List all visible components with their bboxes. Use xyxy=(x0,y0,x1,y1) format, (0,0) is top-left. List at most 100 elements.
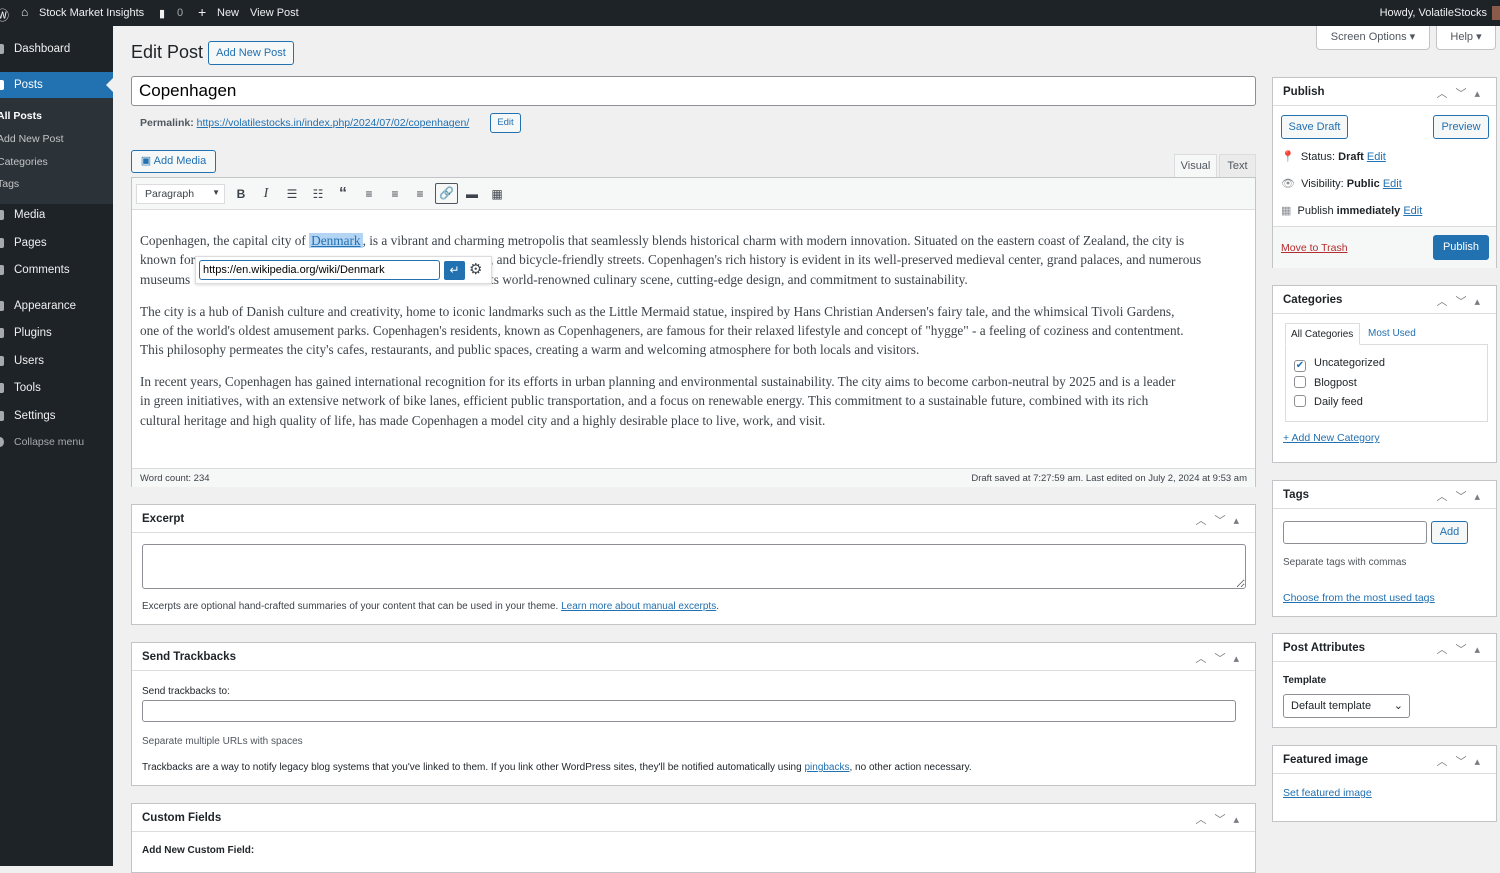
tab-most-used[interactable]: Most Used xyxy=(1368,328,1416,339)
box-arrows-icon[interactable]: ︿﹀▴ xyxy=(1436,641,1488,657)
align-left-icon[interactable]: ≡ xyxy=(360,186,378,202)
box-arrows-icon[interactable]: ︿﹀▴ xyxy=(1436,293,1488,309)
category-item[interactable]: ✔ Uncategorized xyxy=(1294,357,1385,372)
publish-box: Publish ︿﹀▴ Save Draft Preview 📍 Status: … xyxy=(1272,77,1497,268)
label: Visibility: xyxy=(1301,178,1344,190)
checkbox[interactable] xyxy=(1294,376,1306,388)
bullet-list-icon[interactable]: ☰ xyxy=(283,186,301,202)
label: Paragraph xyxy=(145,188,195,200)
template-label: Template xyxy=(1283,675,1327,686)
menu-tools[interactable]: Tools xyxy=(0,375,113,401)
excerpt-learn-more-link[interactable]: Learn more about manual excerpts xyxy=(561,601,716,612)
format-select[interactable]: Paragraph ▼ xyxy=(136,184,225,204)
howdy-link[interactable]: Howdy, VolatileStocks xyxy=(1380,7,1487,19)
permalink-link[interactable]: https://volatilestocks.in/index.php/2024… xyxy=(197,117,470,129)
submenu-all-posts[interactable]: All Posts xyxy=(0,110,110,122)
publish-button[interactable]: Publish xyxy=(1433,235,1489,260)
apply-link-button[interactable]: ↵ xyxy=(444,261,465,280)
menu-pages[interactable]: Pages xyxy=(0,230,113,256)
checkbox[interactable]: ✔ xyxy=(1294,360,1306,372)
category-item[interactable]: Blogpost xyxy=(1294,376,1357,389)
edit-status-link[interactable]: Edit xyxy=(1367,151,1386,163)
menu-plugins[interactable]: Plugins xyxy=(0,320,113,346)
link-url-input[interactable] xyxy=(199,260,440,280)
screen-options-button[interactable]: Screen Options ▾ xyxy=(1316,26,1430,50)
comments-icon[interactable]: ▮ xyxy=(159,7,165,20)
menu-dashboard[interactable]: Dashboard xyxy=(0,36,113,62)
menu-appearance[interactable]: Appearance xyxy=(0,293,113,319)
label: Publish xyxy=(1297,205,1334,217)
template-select[interactable]: Default template ⌄ xyxy=(1283,694,1410,718)
tags-input[interactable] xyxy=(1283,521,1427,544)
blockquote-icon[interactable]: “ xyxy=(334,186,352,202)
menu-label: Pages xyxy=(14,237,47,249)
new-link[interactable]: New xyxy=(217,7,239,19)
page-title: Edit Post xyxy=(131,42,204,62)
box-title: Featured image xyxy=(1283,754,1368,766)
publish-actions: Move to Trash Publish xyxy=(1273,226,1496,268)
preview-button[interactable]: Preview xyxy=(1433,115,1489,139)
box-arrows-icon[interactable]: ︿﹀▴ xyxy=(1436,753,1488,769)
post-title-input[interactable] xyxy=(131,76,1256,106)
menu-users[interactable]: Users xyxy=(0,348,113,374)
avatar[interactable] xyxy=(1492,6,1500,20)
menu-comments[interactable]: Comments xyxy=(0,257,113,283)
link-options-gear-icon[interactable]: ⚙ xyxy=(469,260,482,278)
set-featured-image-link[interactable]: Set featured image xyxy=(1283,787,1372,799)
submenu-tags[interactable]: Tags xyxy=(0,178,110,190)
help-button[interactable]: Help ▾ xyxy=(1436,26,1496,50)
box-arrows-icon[interactable]: ︿﹀▴ xyxy=(1436,488,1488,504)
box-arrows-icon[interactable]: ︿﹀▴ xyxy=(1436,85,1488,101)
box-arrows-icon[interactable]: ︿﹀▴ xyxy=(1195,811,1247,827)
add-new-category-link[interactable]: + Add New Category xyxy=(1283,432,1380,444)
align-center-icon[interactable]: ≡ xyxy=(386,186,404,202)
tags-box: Tags ︿﹀▴ Add Separate tags with commas Ch… xyxy=(1272,480,1497,617)
box-arrows-icon[interactable]: ︿﹀▴ xyxy=(1195,650,1247,666)
italic-icon[interactable]: I xyxy=(257,186,275,202)
tab-all-categories[interactable]: All Categories xyxy=(1285,323,1360,345)
numbered-list-icon[interactable]: ☷ xyxy=(309,186,327,202)
edit-schedule-link[interactable]: Edit xyxy=(1403,205,1422,217)
move-to-trash-link[interactable]: Move to Trash xyxy=(1281,242,1348,254)
text: , is a vibrant and charming metropolis t… xyxy=(362,233,1185,248)
toolbar-toggle-icon[interactable]: ▦ xyxy=(488,186,506,202)
text: , no other action necessary. xyxy=(849,762,972,773)
choose-tags-link[interactable]: Choose from the most used tags xyxy=(1283,592,1435,604)
collapse-menu[interactable]: Collapse menu xyxy=(0,429,113,455)
paragraph-1-line-3: museums xyxy=(140,272,191,287)
menu-settings[interactable]: Settings xyxy=(0,403,113,429)
paragraph-1-line-3b: ts world-renowned culinary scene, cuttin… xyxy=(490,272,968,287)
category-item[interactable]: Daily feed xyxy=(1294,395,1363,408)
denmark-link[interactable]: Denmark xyxy=(309,233,363,248)
add-new-post-button[interactable]: Add New Post xyxy=(208,41,294,65)
menu-posts[interactable]: Posts xyxy=(0,72,113,98)
pingbacks-link[interactable]: pingbacks xyxy=(804,762,849,773)
comments-count[interactable]: 0 xyxy=(177,7,183,19)
tags-hint: Separate tags with commas xyxy=(1283,557,1407,568)
text: Excerpts are optional hand-crafted summa… xyxy=(142,601,559,612)
add-media-button[interactable]: ▣ Add Media xyxy=(131,150,216,173)
align-right-icon[interactable]: ≡ xyxy=(411,186,429,202)
trackbacks-box: Send Trackbacks ︿﹀▴ Send trackbacks to: S… xyxy=(131,642,1256,786)
tab-visual[interactable]: Visual xyxy=(1174,154,1217,177)
permalink-edit-button[interactable]: Edit xyxy=(490,113,521,133)
submenu-add-new-post[interactable]: Add New Post xyxy=(0,133,110,145)
add-tag-button[interactable]: Add xyxy=(1431,521,1468,544)
save-draft-button[interactable]: Save Draft xyxy=(1281,115,1348,139)
read-more-icon[interactable]: ▬ xyxy=(463,186,481,202)
submenu-categories[interactable]: Categories xyxy=(0,156,110,168)
trackbacks-input[interactable] xyxy=(142,700,1236,722)
link-icon[interactable]: 🔗 xyxy=(435,183,458,204)
tab-text[interactable]: Text xyxy=(1219,154,1256,177)
menu-media[interactable]: Media xyxy=(0,202,113,228)
excerpt-textarea[interactable] xyxy=(142,544,1246,589)
label: Blogpost xyxy=(1314,377,1357,389)
bold-icon[interactable]: B xyxy=(232,186,250,202)
paragraph-1-line-2: known for xyxy=(140,252,195,268)
wordpress-logo-icon[interactable]: Ⓦ xyxy=(0,5,9,24)
edit-visibility-link[interactable]: Edit xyxy=(1383,178,1402,190)
view-post-link[interactable]: View Post xyxy=(250,7,299,19)
box-arrows-icon[interactable]: ︿﹀▴ xyxy=(1195,512,1247,528)
checkbox[interactable] xyxy=(1294,395,1306,407)
site-name-link[interactable]: Stock Market Insights xyxy=(39,7,144,19)
